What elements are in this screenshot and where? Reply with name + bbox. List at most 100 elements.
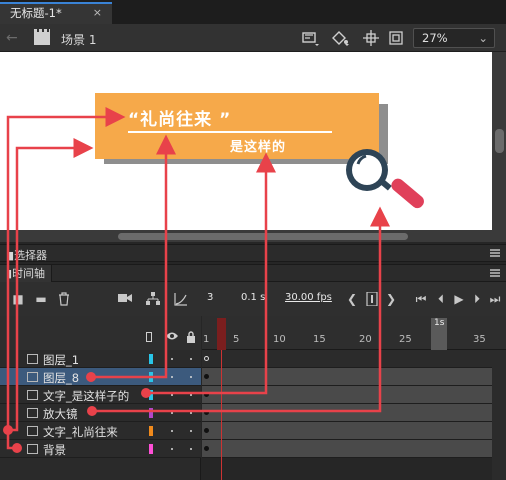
frame-rate[interactable]: 30.00 fps xyxy=(285,292,332,303)
empty-keyframe[interactable] xyxy=(204,356,209,361)
keyframe[interactable] xyxy=(204,446,209,451)
layer-color-header-icon[interactable] xyxy=(146,332,152,342)
magnifier-graphic[interactable] xyxy=(337,140,437,230)
layer-visibility-toggle[interactable] xyxy=(171,412,173,414)
frame-row[interactable] xyxy=(202,440,492,458)
layer-visibility-toggle[interactable] xyxy=(171,358,173,360)
layer-name[interactable]: 文字_礼尚往来 xyxy=(43,424,118,440)
layer-color-swatch[interactable] xyxy=(149,426,153,436)
layer-lock-toggle[interactable] xyxy=(190,412,192,414)
layer-icon xyxy=(27,426,38,436)
keyframe[interactable] xyxy=(204,410,209,415)
selector-panel-title[interactable]: ▮选择器 xyxy=(8,247,47,263)
stage-vertical-scroll-thumb[interactable] xyxy=(495,129,504,153)
layer-color-swatch[interactable] xyxy=(149,444,153,454)
layer-color-swatch[interactable] xyxy=(149,372,153,382)
layer-visibility-toggle[interactable] xyxy=(171,430,173,432)
layer-row[interactable]: 图层_1 xyxy=(0,350,201,368)
layer-visibility-toggle[interactable] xyxy=(171,394,173,396)
frame-row[interactable] xyxy=(202,422,492,440)
current-frame[interactable]: 3 xyxy=(207,292,213,303)
timeline-tab-label: 时间轴 xyxy=(12,267,46,280)
crosshair-icon[interactable] xyxy=(362,29,380,47)
layer-name[interactable]: 文字_是这样子的 xyxy=(43,388,129,404)
layer-color-swatch[interactable] xyxy=(149,408,153,418)
fit-frame-icon[interactable] xyxy=(387,29,405,47)
layer-row[interactable]: 背景 xyxy=(0,440,201,458)
stage-horizontal-scroll-thumb[interactable] xyxy=(118,233,408,240)
timeline-vertical-scrollbar[interactable] xyxy=(492,350,506,480)
stage-area: “礼尚往来 ” 是这样的 xyxy=(0,52,506,242)
layer-name[interactable]: 放大镜 xyxy=(43,406,78,422)
stage-horizontal-scrollbar[interactable] xyxy=(0,230,492,242)
stage-vertical-scrollbar[interactable] xyxy=(492,52,506,230)
back-arrow-icon[interactable]: ← xyxy=(6,30,18,46)
layer-lock-toggle[interactable] xyxy=(190,448,192,450)
layer-color-swatch[interactable] xyxy=(149,354,153,364)
delete-icon[interactable] xyxy=(57,292,71,306)
paint-bucket-icon[interactable] xyxy=(330,29,349,47)
layer-visibility-toggle[interactable] xyxy=(171,448,173,450)
layer-row[interactable]: 文字_是这样子的 xyxy=(0,386,201,404)
ruler-tick: 5 xyxy=(233,334,240,345)
layer-row[interactable]: 图层_8 xyxy=(0,368,201,386)
title-text[interactable]: “礼尚往来 ” xyxy=(128,105,231,130)
frame-row[interactable] xyxy=(202,404,492,422)
layer-visibility-toggle[interactable] xyxy=(171,376,173,378)
step-back-icon[interactable]: ⏴ xyxy=(434,292,448,306)
document-tab-bar: 无标题-1* × xyxy=(0,0,506,24)
document-tab-title: 无标题-1* xyxy=(10,6,62,20)
panel-menu-icon[interactable] xyxy=(490,249,500,257)
ruler-tick: 10 xyxy=(273,334,286,345)
step-forward-icon[interactable]: ⏵ xyxy=(470,292,484,306)
close-tab-icon[interactable]: × xyxy=(93,4,102,22)
camera-icon[interactable] xyxy=(118,292,132,306)
layer-name[interactable]: 图层_8 xyxy=(43,370,79,386)
layer-row[interactable]: 文字_礼尚往来 xyxy=(0,422,201,440)
layer-lock-toggle[interactable] xyxy=(190,376,192,378)
keyframe[interactable] xyxy=(204,428,209,433)
clapperboard-icon xyxy=(34,29,50,45)
center-playhead-icon[interactable] xyxy=(365,291,379,307)
layer-icon xyxy=(27,372,38,382)
subtitle-text[interactable]: 是这样的 xyxy=(230,136,286,155)
ruler-tick: 35 xyxy=(473,334,486,345)
frame-row[interactable] xyxy=(202,368,492,386)
playhead[interactable] xyxy=(217,318,226,350)
layer-lock-toggle[interactable] xyxy=(190,358,192,360)
layer-name[interactable]: 图层_1 xyxy=(43,352,79,368)
eye-icon[interactable] xyxy=(166,331,178,343)
new-layer-icon[interactable]: ■ xyxy=(11,292,25,306)
current-time[interactable]: 0.1 s xyxy=(241,292,265,303)
timeline-tab[interactable]: ▮时间轴 xyxy=(0,265,53,282)
layer-row[interactable]: 放大镜 xyxy=(0,404,201,422)
frame-ruler[interactable]: 1 5 10 15 20 25 30 35 xyxy=(202,316,506,350)
scene-bar: ← 场景 1 27% ⌄ xyxy=(0,24,506,52)
frame-row[interactable] xyxy=(202,386,492,404)
ruler-tick: 15 xyxy=(313,334,326,345)
symbol-edit-icon[interactable] xyxy=(301,29,319,47)
timeline-panel-header: ▮时间轴 xyxy=(0,264,506,282)
layer-color-swatch[interactable] xyxy=(149,390,153,400)
layer-lock-toggle[interactable] xyxy=(190,394,192,396)
play-icon[interactable]: ▶ xyxy=(452,292,466,306)
panel-menu-icon[interactable] xyxy=(490,269,500,277)
timeline-toolbar: ■ ▬ 3 0.1 s 30.00 fps ❮ ❯ ⏮ ⏴ ▶ ⏵ ⏭ xyxy=(0,282,506,316)
new-folder-icon[interactable]: ▬ xyxy=(34,292,48,306)
frame-row[interactable] xyxy=(202,350,492,368)
parent-view-icon[interactable] xyxy=(146,292,160,306)
document-tab[interactable]: 无标题-1* × xyxy=(0,2,112,24)
keyframe[interactable] xyxy=(204,374,209,379)
seconds-label: 1s xyxy=(434,318,445,328)
stage-canvas[interactable]: “礼尚往来 ” 是这样的 xyxy=(0,52,492,230)
lock-icon[interactable] xyxy=(185,331,197,343)
layer-name[interactable]: 背景 xyxy=(43,442,66,458)
zoom-select[interactable]: 27% ⌄ xyxy=(413,28,495,48)
go-to-last-frame-icon[interactable]: ⏭ xyxy=(488,292,502,306)
prev-keyframe-icon[interactable]: ❮ xyxy=(345,292,359,306)
next-keyframe-icon[interactable]: ❯ xyxy=(384,292,398,306)
go-to-first-frame-icon[interactable]: ⏮ xyxy=(414,292,428,306)
ease-icon[interactable] xyxy=(174,292,188,306)
keyframe[interactable] xyxy=(204,392,209,397)
layer-lock-toggle[interactable] xyxy=(190,430,192,432)
